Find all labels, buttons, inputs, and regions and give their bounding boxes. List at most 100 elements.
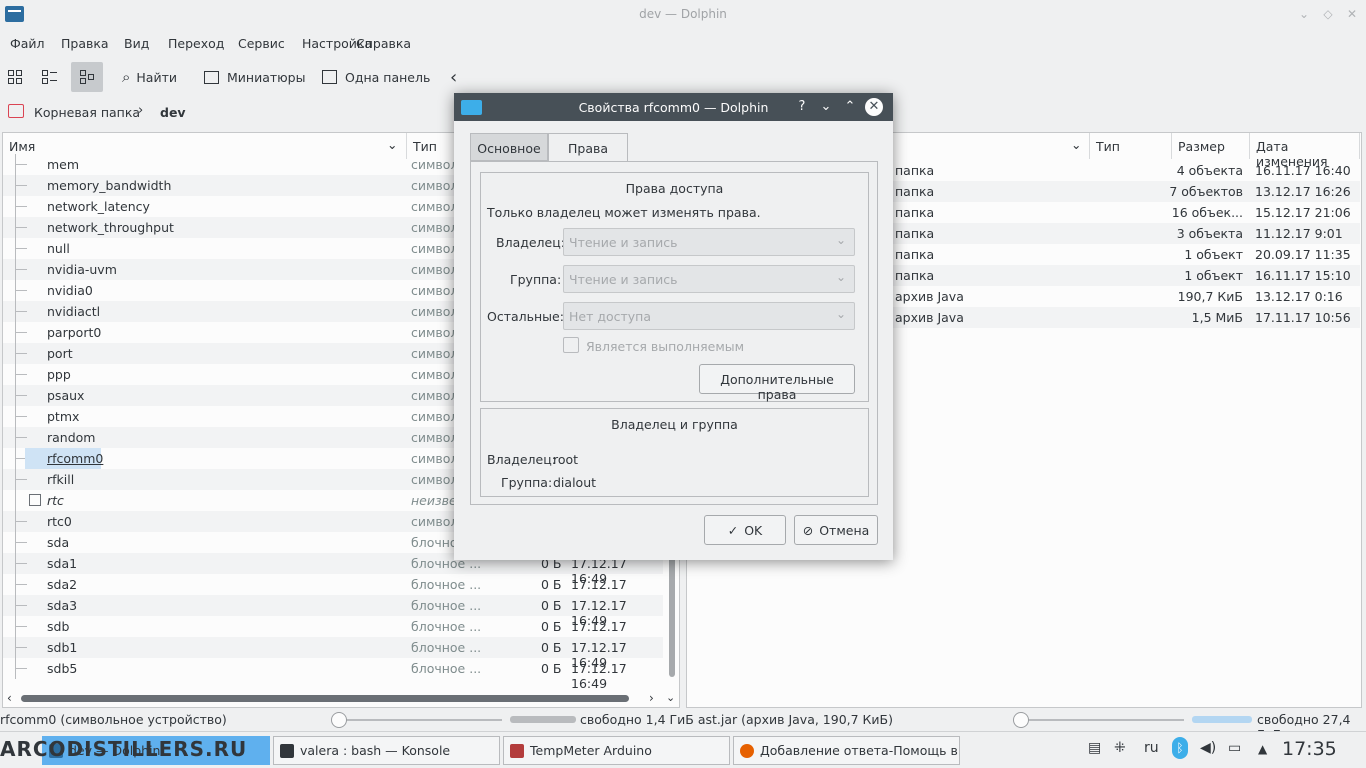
details-view-button[interactable] bbox=[71, 62, 103, 92]
network-icon[interactable]: ⁜ bbox=[1114, 740, 1126, 756]
file-size: 190,7 КиБ bbox=[1177, 289, 1243, 304]
breadcrumb-root[interactable]: Корневая папка bbox=[34, 105, 140, 120]
advanced-permissions-button[interactable]: Дополнительные права bbox=[699, 364, 855, 402]
file-type: символ bbox=[411, 472, 459, 487]
file-type: символ bbox=[411, 241, 459, 256]
thumbnails-button[interactable]: Миниатюры bbox=[204, 62, 305, 92]
file-date: 16.11.17 16:40 bbox=[1255, 163, 1351, 178]
split-view-icon bbox=[322, 70, 337, 84]
zoom-slider-handle[interactable] bbox=[1013, 712, 1029, 728]
clipboard-icon[interactable]: ▤ bbox=[1088, 740, 1101, 756]
tree-branch bbox=[15, 290, 27, 291]
zoom-slider-track[interactable] bbox=[340, 719, 502, 721]
task-konsole[interactable]: valera : bash — Konsole bbox=[273, 736, 500, 765]
executable-checkbox[interactable] bbox=[563, 337, 579, 353]
table-row[interactable]: sdbблочное ...0 Б17.12.17 16:49 bbox=[3, 616, 663, 649]
file-size: 1,5 МиБ bbox=[1191, 310, 1243, 325]
task-firefox[interactable]: Добавление ответа-Помощь в ус bbox=[733, 736, 960, 765]
close-icon[interactable]: ✕ bbox=[865, 98, 883, 116]
chevron-right-icon[interactable]: › bbox=[649, 691, 654, 705]
keyboard-layout[interactable]: ru bbox=[1144, 740, 1159, 756]
scrollbar-thumb[interactable] bbox=[21, 695, 629, 702]
compact-view-button[interactable] bbox=[40, 62, 66, 92]
zoom-slider-handle[interactable] bbox=[331, 712, 347, 728]
status-middle-text: свободно 1,4 ГиБ ast.jar (архив Java, 19… bbox=[580, 712, 894, 727]
menu-file[interactable]: Файл bbox=[10, 36, 45, 51]
chevron-left-icon[interactable]: ‹ bbox=[7, 691, 12, 705]
volume-icon[interactable]: ◀) bbox=[1200, 740, 1216, 756]
breadcrumb-current[interactable]: dev bbox=[160, 105, 186, 120]
maximize-icon[interactable]: ◇ bbox=[1320, 6, 1336, 22]
file-name: rfcomm0 bbox=[47, 451, 104, 466]
tab-content: Права доступа Только владелец может изме… bbox=[470, 161, 878, 505]
file-date: 17.11.17 10:56 bbox=[1255, 310, 1351, 325]
executable-label: Является выполняемым bbox=[586, 339, 745, 354]
menu-edit[interactable]: Правка bbox=[61, 36, 109, 51]
icons-view-button[interactable] bbox=[6, 62, 32, 92]
file-name: sdb1 bbox=[47, 640, 78, 655]
file-date: 16.11.17 15:10 bbox=[1255, 268, 1351, 283]
menu-go[interactable]: Переход bbox=[168, 36, 224, 51]
file-name: port bbox=[47, 346, 73, 361]
file-date: 17.12.17 16:49 bbox=[571, 661, 627, 691]
others-permission-select[interactable]: Нет доступа ⌄ bbox=[563, 302, 855, 330]
close-icon[interactable]: ✕ bbox=[1344, 6, 1360, 22]
group-permission-value: Чтение и запись bbox=[569, 272, 678, 287]
file-name: sda2 bbox=[47, 577, 78, 592]
table-row[interactable]: sdb1 блочное ... 0 Б 17.12.17 16:49 bbox=[3, 637, 663, 670]
chevron-right-icon[interactable]: › bbox=[138, 103, 143, 118]
owner-permission-select[interactable]: Чтение и запись ⌄ bbox=[563, 228, 855, 256]
help-icon[interactable]: ? bbox=[793, 98, 811, 116]
menu-tools[interactable]: Сервис bbox=[238, 36, 285, 51]
task-arduino[interactable]: TempMeter Arduino bbox=[503, 736, 730, 765]
group-permission-select[interactable]: Чтение и запись ⌄ bbox=[563, 265, 855, 293]
watermark: ARCODISTILLERS.RU bbox=[0, 737, 248, 761]
bluetooth-icon[interactable]: ᛒ bbox=[1172, 737, 1188, 759]
maximize-icon[interactable]: ⌃ bbox=[841, 98, 859, 116]
menu-view[interactable]: Вид bbox=[124, 36, 149, 51]
horizontal-scrollbar[interactable]: ‹ › bbox=[3, 691, 663, 705]
chevron-down-icon: ⌄ bbox=[835, 233, 846, 247]
back-button[interactable]: ‹ bbox=[450, 62, 457, 92]
tab-permissions-label: Права bbox=[567, 141, 609, 156]
tray-expand-icon[interactable]: ▲ bbox=[1258, 742, 1267, 756]
file-type: символ bbox=[411, 409, 459, 424]
tree-branch bbox=[15, 416, 27, 417]
minimize-icon[interactable]: ⌄ bbox=[817, 98, 835, 116]
table-row[interactable]: sda2блочное ...0 Б17.12.17 16:49 bbox=[3, 574, 663, 607]
file-size: 0 Б bbox=[541, 661, 562, 676]
task-firefox-label: Добавление ответа-Помощь в ус bbox=[760, 743, 960, 758]
column-header-type[interactable]: Тип bbox=[1090, 133, 1172, 159]
file-name: sdb5 bbox=[47, 661, 78, 676]
display-icon[interactable]: ▭ bbox=[1228, 740, 1241, 756]
tree-branch bbox=[15, 332, 27, 333]
minimize-icon[interactable]: ⌄ bbox=[1296, 6, 1312, 22]
advanced-permissions-label: Дополнительные права bbox=[720, 372, 834, 402]
cancel-button[interactable]: ⊘ Отмена bbox=[794, 515, 878, 545]
one-panel-button[interactable]: Одна панель bbox=[322, 62, 430, 92]
column-header-date[interactable]: Дата изменения bbox=[1250, 133, 1360, 169]
table-row[interactable]: sdb5 блочное ... 0 Б 17.12.17 16:49 bbox=[3, 658, 663, 691]
access-rights-group: Права доступа Только владелец может изме… bbox=[480, 172, 869, 402]
file-name: rfkill bbox=[47, 472, 75, 487]
ok-button[interactable]: ✓ OK bbox=[704, 515, 786, 545]
file-type: символ bbox=[411, 367, 459, 382]
file-name: rtc0 bbox=[47, 514, 72, 529]
find-button[interactable]: ⌕ Найти bbox=[122, 62, 177, 92]
menu-help[interactable]: Справка bbox=[356, 36, 411, 51]
chevron-down-icon: ⌄ bbox=[835, 307, 846, 321]
file-type: символ bbox=[411, 304, 459, 319]
search-icon: ⌕ bbox=[122, 68, 131, 86]
chevron-down-icon[interactable]: ⌄ bbox=[666, 691, 675, 704]
tab-general[interactable]: Основное bbox=[470, 133, 548, 161]
tree-branch bbox=[15, 227, 27, 228]
column-header-size[interactable]: Размер bbox=[1172, 133, 1250, 159]
owner-permission-value: Чтение и запись bbox=[569, 235, 678, 250]
tab-permissions[interactable]: Права bbox=[548, 133, 628, 162]
tree-branch bbox=[15, 605, 27, 606]
clock[interactable]: 17:35 bbox=[1282, 738, 1337, 760]
file-type: папка bbox=[895, 205, 935, 220]
zoom-slider-track[interactable] bbox=[1022, 719, 1184, 721]
table-row[interactable]: sda3 блочное ... 0 Б 17.12.17 16:49 bbox=[3, 595, 663, 628]
tree-branch bbox=[15, 185, 27, 186]
